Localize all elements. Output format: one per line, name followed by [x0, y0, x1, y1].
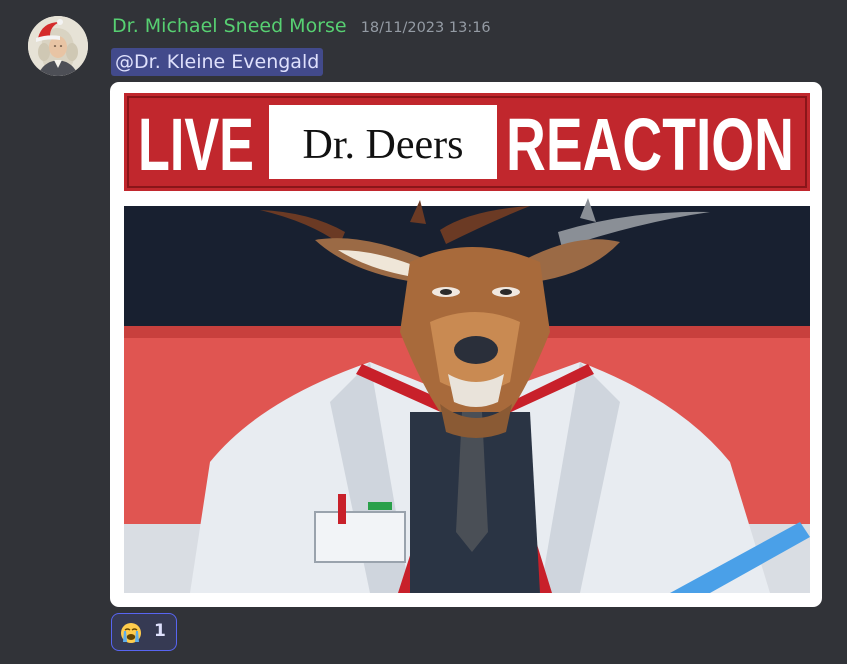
reaction-count: 1	[154, 621, 166, 641]
santa-hat-portrait-avatar	[28, 16, 88, 76]
banner-reaction-text: REACTION	[506, 103, 794, 186]
deer-doctor-illustration	[124, 198, 810, 593]
reaction-button[interactable]: 1	[111, 613, 177, 651]
image-attachment[interactable]: LIVE Dr. Deers REACTION	[110, 82, 822, 607]
chat-message: Dr. Michael Sneed Morse 18/11/2023 13:16…	[0, 0, 847, 664]
message-header: Dr. Michael Sneed Morse 18/11/2023 13:16	[112, 15, 491, 37]
banner-live-text: LIVE	[138, 103, 254, 186]
message-timestamp: 18/11/2023 13:16	[360, 20, 491, 36]
loudly-crying-face-icon	[121, 623, 141, 643]
deer-doctor-banner-image: LIVE Dr. Deers REACTION	[124, 93, 810, 593]
author-name[interactable]: Dr. Michael Sneed Morse	[112, 15, 347, 37]
banner-title-text: Dr. Deers	[303, 122, 464, 168]
user-avatar[interactable]	[28, 16, 88, 76]
user-mention[interactable]: @Dr. Kleine Evengald	[111, 48, 324, 76]
